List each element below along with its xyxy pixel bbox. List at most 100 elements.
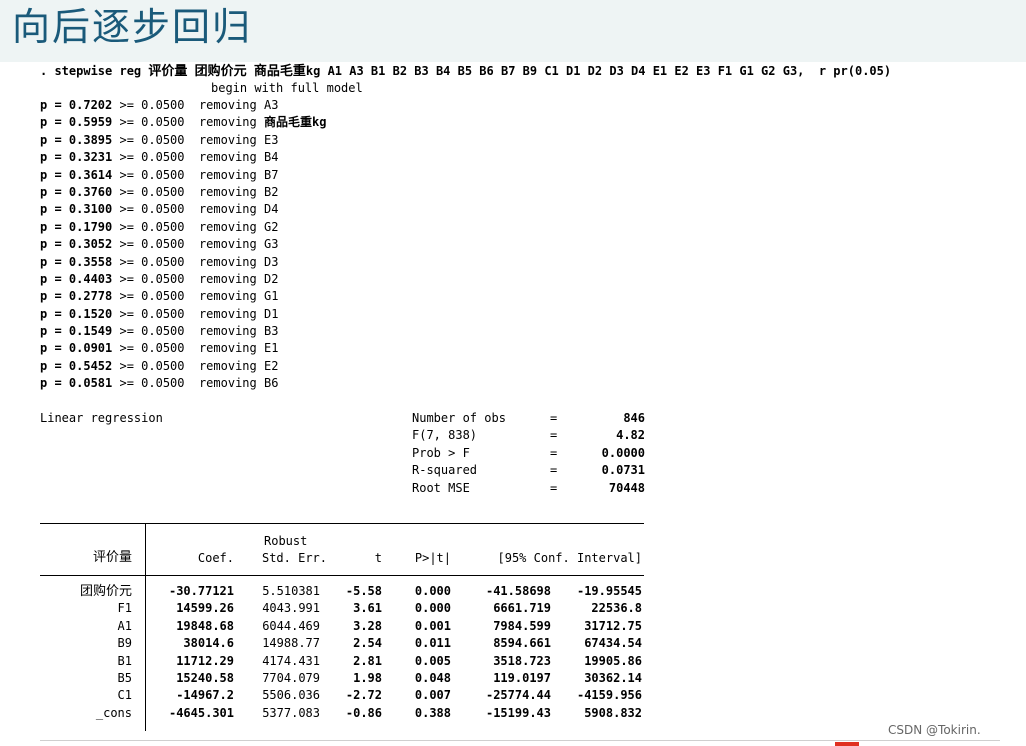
removal-step-row: p = 0.3895 >= 0.0500 removing E3: [40, 132, 326, 149]
step-p-value: p = 0.3231: [40, 150, 113, 165]
table-cell-coef: 38014.6: [183, 636, 234, 651]
step-removed-var-suffix: kg: [311, 115, 327, 130]
removal-step-row: p = 0.1790 >= 0.0500 removing G2: [40, 219, 326, 236]
table-cell-p: 0.007: [414, 688, 451, 703]
table-cell-se: 7704.079: [262, 671, 320, 685]
step-removed-var: B2: [263, 184, 279, 199]
step-removed-var: B4: [263, 150, 279, 165]
stat-row: Number of obs = 846: [412, 410, 652, 427]
table-cell-lo: 7984.599: [493, 618, 551, 633]
table-cell-lo: 3518.723: [493, 653, 551, 668]
stat-row: Root MSE = 70448: [412, 480, 652, 497]
step-threshold-text: >= 0.0500 removing: [112, 358, 264, 373]
step-threshold-text: >= 0.0500 removing: [112, 132, 264, 147]
table-cell-p: 0.388: [414, 705, 451, 720]
table-cell-hi: -19.95545: [576, 584, 642, 598]
table-cell-se: 5.510381: [262, 584, 320, 598]
table-cell-hi: 31712.75: [584, 618, 642, 633]
stat-value: 4.82: [616, 428, 645, 443]
csdn-watermark: CSDN @Tokirin.: [888, 723, 981, 737]
table-cell-p: 0.000: [414, 601, 451, 616]
table-cell-coef: -14967.2: [176, 688, 234, 703]
step-p-value: p = 0.2778: [40, 289, 113, 304]
step-p-value: p = 0.3895: [40, 132, 113, 147]
step-p-value: p = 0.3052: [40, 237, 113, 252]
step-removed-var: D3: [263, 254, 279, 269]
table-cell-hi: 19905.86: [584, 653, 642, 668]
table-cell-coef: 14599.26: [176, 601, 234, 616]
page-bottom-rule: [40, 740, 1000, 741]
step-threshold-text: >= 0.0500 removing: [112, 184, 264, 199]
command-var-weight: 商品毛重: [253, 64, 306, 79]
removal-step-row: p = 0.3052 >= 0.0500 removing G3: [40, 236, 326, 253]
table-cell-coef: 11712.29: [176, 653, 234, 668]
stepwise-command-line: . stepwise reg 评价量 团购价元 商品毛重kg A1 A3 B1 …: [40, 62, 975, 80]
step-threshold-text: >= 0.0500 removing: [112, 306, 264, 321]
step-removed-var: B7: [263, 167, 279, 182]
step-p-value: p = 0.1520: [40, 306, 113, 321]
begin-full-model-text: begin with full model: [211, 81, 363, 95]
table-cell-p: 0.005: [414, 653, 451, 668]
table-cell-t: 1.98: [353, 671, 382, 685]
stat-value: 846: [623, 411, 645, 425]
stat-label: F(7, 838): [412, 428, 478, 443]
table-row-var: B9: [117, 636, 132, 651]
step-p-value: p = 0.7202: [40, 98, 113, 112]
table-cell-lo: 6661.719: [493, 601, 551, 616]
removal-step-row: p = 0.0581 >= 0.0500 removing B6: [40, 375, 326, 392]
t-header: t: [374, 551, 382, 565]
stat-row: R-squared = 0.0731: [412, 462, 652, 479]
removal-step-row: p = 0.1520 >= 0.0500 removing D1: [40, 306, 326, 323]
step-removed-var: E1: [263, 341, 279, 356]
step-threshold-text: >= 0.0500 removing: [112, 150, 264, 165]
table-vertical-rule: [145, 523, 146, 731]
step-removed-var: E3: [263, 132, 279, 147]
table-cell-se: 4174.431: [262, 653, 320, 668]
removal-step-row: p = 0.4403 >= 0.0500 removing D2: [40, 271, 326, 288]
step-p-value: p = 0.3760: [40, 184, 113, 199]
table-cell-se: 5506.036: [262, 688, 320, 703]
table-cell-se: 6044.469: [262, 618, 320, 633]
step-threshold-text: >= 0.0500 removing: [112, 167, 264, 182]
step-p-value: p = 0.4403: [40, 271, 113, 286]
step-threshold-text: >= 0.0500 removing: [112, 202, 264, 217]
robust-header: Robust: [264, 534, 308, 548]
table-cell-se: 4043.991: [262, 601, 320, 616]
step-removed-var: G2: [263, 219, 279, 234]
removal-step-row: p = 0.3760 >= 0.0500 removing B2: [40, 184, 326, 201]
table-cell-p: 0.011: [414, 636, 451, 651]
table-cell-coef: -30.77121: [168, 584, 234, 598]
table-cell-p: 0.001: [414, 618, 451, 633]
step-p-value: p = 0.5452: [40, 358, 113, 373]
step-removed-var: D2: [263, 271, 279, 286]
step-p-value: p = 0.1549: [40, 324, 113, 339]
removal-steps-list: p = 0.7202 >= 0.0500 removing A3 p = 0.59…: [40, 97, 326, 393]
step-removed-var-cn: 商品毛重: [263, 115, 312, 130]
stat-value: 0.0000: [601, 445, 645, 460]
table-row-var: B5: [117, 671, 132, 685]
removal-step-row: p = 0.5959 >= 0.0500 removing 商品毛重kg: [40, 114, 326, 131]
table-row-var: B1: [117, 653, 132, 668]
table-cell-coef: 15240.58: [176, 671, 234, 685]
table-cell-coef: 19848.68: [176, 618, 234, 633]
removal-step-row: p = 0.3558 >= 0.0500 removing D3: [40, 254, 326, 271]
table-row-var: _cons: [95, 705, 132, 720]
stat-label: R-squared: [412, 463, 478, 478]
stat-label: Root MSE: [412, 480, 470, 495]
step-removed-var: E2: [263, 358, 279, 373]
step-threshold-text: >= 0.0500 removing: [112, 219, 264, 234]
table-row-var: F1: [117, 601, 132, 616]
table-cell-p: 0.048: [414, 671, 451, 685]
step-p-value: p = 0.0581: [40, 376, 113, 391]
table-cell-t: -0.86: [345, 705, 382, 720]
step-threshold-text: >= 0.0500 removing: [112, 376, 264, 391]
p-header: P>|t|: [414, 551, 451, 565]
step-removed-var: B3: [263, 324, 279, 339]
step-removed-var: D1: [263, 306, 279, 321]
stat-row: Prob > F = 0.0000: [412, 445, 652, 462]
table-cell-t: 3.61: [353, 601, 382, 616]
command-dep-var: 评价量: [148, 64, 188, 79]
regression-type-label: Linear regression: [40, 411, 163, 425]
step-threshold-text: >= 0.0500 removing: [112, 98, 264, 112]
table-cell-coef: -4645.301: [168, 705, 234, 720]
